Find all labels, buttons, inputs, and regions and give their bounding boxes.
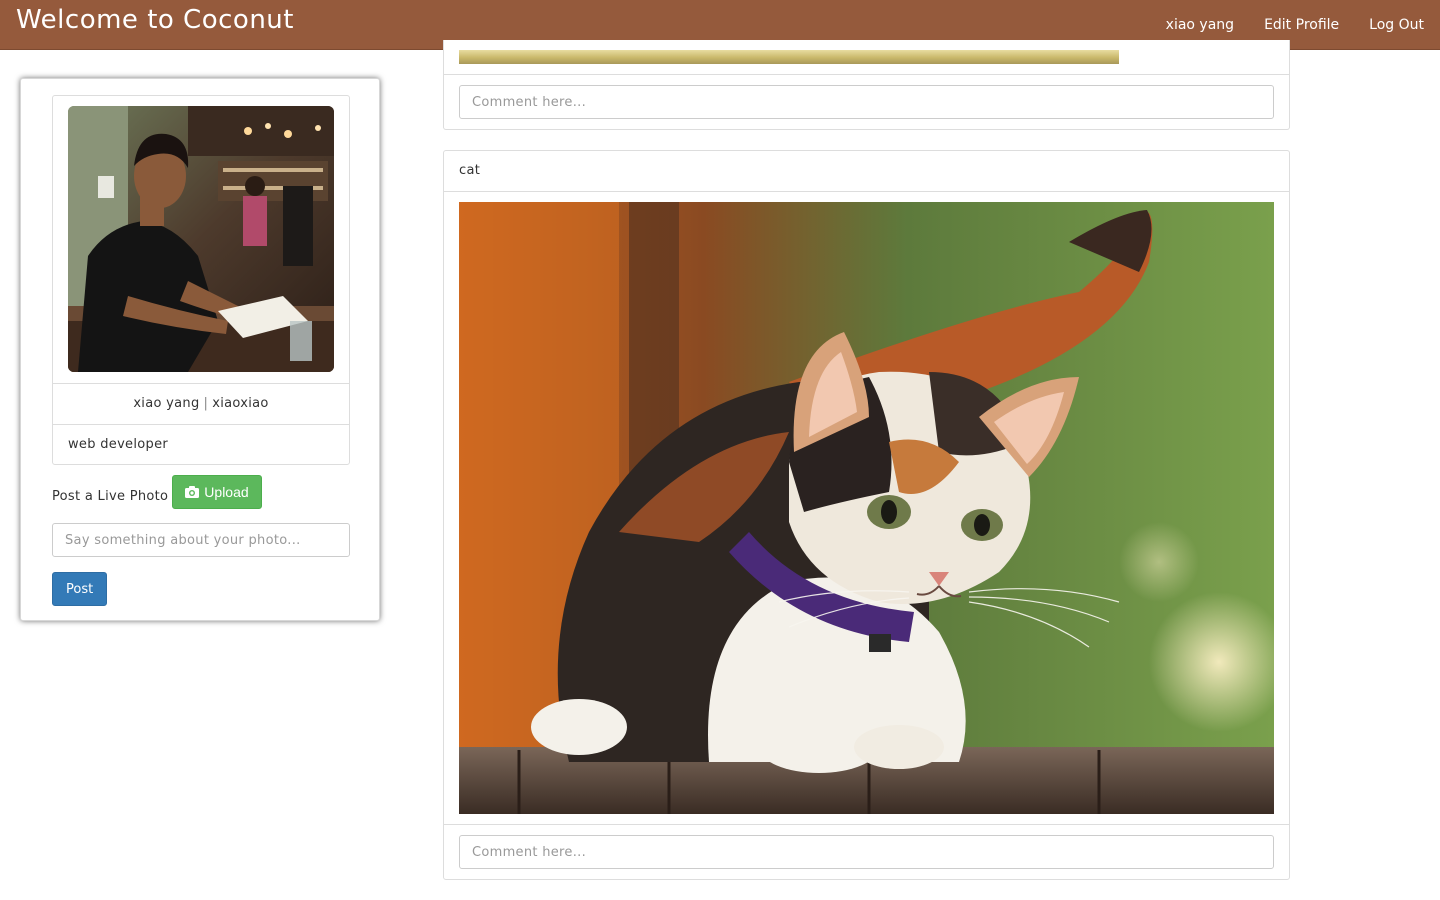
cat-photo — [459, 202, 1274, 814]
upload-button[interactable]: Upload — [172, 475, 262, 509]
photo-caption-input[interactable] — [52, 523, 350, 557]
post-button[interactable]: Post — [52, 572, 108, 606]
avatar — [68, 106, 334, 372]
upload-row: Post a Live Photo Upload — [52, 475, 262, 509]
profile-bio: web developer — [53, 424, 349, 465]
post-caption: cat — [444, 151, 1289, 192]
comment-input[interactable] — [459, 835, 1274, 869]
comment-input[interactable] — [459, 85, 1274, 119]
post-image — [459, 50, 1119, 64]
brand-title[interactable]: Welcome to Coconut — [16, 5, 294, 35]
nav-link-profile[interactable]: xiao yang — [1166, 15, 1234, 35]
nav-link-log-out[interactable]: Log Out — [1369, 15, 1424, 35]
nav-links: xiao yang Edit Profile Log Out — [1166, 15, 1424, 35]
feed-post: cat — [443, 150, 1290, 880]
feed-post — [443, 40, 1290, 130]
profile-card: xiao yang | xiaoxiao web developer Post a … — [20, 78, 380, 621]
post-image — [459, 202, 1274, 814]
name-separator: | — [203, 396, 209, 411]
nav-link-edit-profile[interactable]: Edit Profile — [1264, 15, 1339, 35]
avatar-photo — [68, 106, 334, 372]
profile-names: xiao yang | xiaoxiao — [53, 383, 349, 424]
profile-username: xiaoxiao — [212, 396, 269, 411]
upload-label: Post a Live Photo — [52, 488, 169, 504]
post-comment-area — [444, 74, 1289, 129]
upload-button-label: Upload — [204, 484, 249, 500]
camera-icon — [185, 486, 200, 498]
post-comment-area — [444, 824, 1289, 879]
profile-name: xiao yang — [133, 396, 200, 411]
profile-panel: xiao yang | xiaoxiao web developer — [52, 95, 350, 465]
